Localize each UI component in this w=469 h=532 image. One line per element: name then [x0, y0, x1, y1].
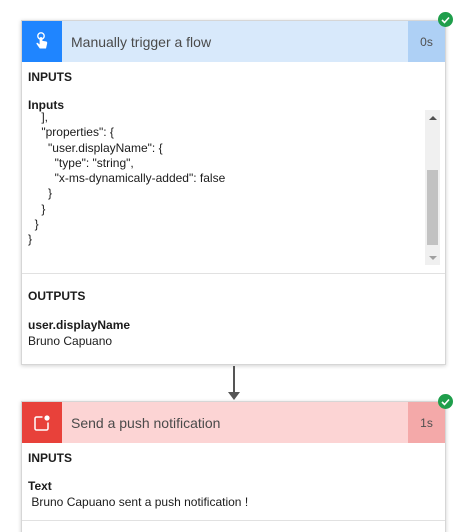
- notification-card: Send a push notification 1s INPUTS Text …: [21, 401, 446, 532]
- section-divider: [22, 273, 445, 274]
- scroll-up-icon[interactable]: [425, 110, 440, 125]
- section-divider: [22, 520, 445, 521]
- inputs-scrollbar[interactable]: [425, 110, 440, 265]
- trigger-card-title: Manually trigger a flow: [71, 33, 212, 50]
- input-field-label: Text: [28, 479, 52, 493]
- notification-duration: 1s: [408, 402, 445, 443]
- scrollbar-thumb[interactable]: [427, 170, 438, 245]
- arrow-down-icon: [228, 392, 240, 400]
- notification-card-header[interactable]: Send a push notification 1s: [22, 402, 445, 443]
- flow-connector: [233, 366, 235, 393]
- output-field-value: Bruno Capuano: [28, 334, 113, 348]
- inputs-json: ], "properties": { "user.displayName": {…: [28, 110, 226, 247]
- trigger-inputs-heading: INPUTS: [28, 70, 73, 84]
- trigger-duration: 0s: [408, 21, 445, 62]
- notification-icon: [22, 402, 62, 443]
- input-field-value: Bruno Capuano sent a push notification !: [28, 495, 249, 509]
- trigger-card: Manually trigger a flow 0s INPUTS Inputs…: [21, 20, 446, 365]
- scroll-down-icon[interactable]: [425, 250, 440, 265]
- notification-card-title: Send a push notification: [71, 414, 221, 431]
- notification-inputs-heading: INPUTS: [28, 451, 73, 465]
- success-check-icon: [438, 12, 453, 27]
- success-check-icon: [438, 394, 453, 409]
- hand-tap-icon: [22, 21, 62, 62]
- inputs-code-viewer[interactable]: ], "properties": { "user.displayName": {…: [28, 110, 425, 266]
- output-field-label: user.displayName: [28, 318, 131, 332]
- trigger-card-header[interactable]: Manually trigger a flow 0s: [22, 21, 445, 62]
- trigger-outputs-heading: OUTPUTS: [28, 289, 86, 303]
